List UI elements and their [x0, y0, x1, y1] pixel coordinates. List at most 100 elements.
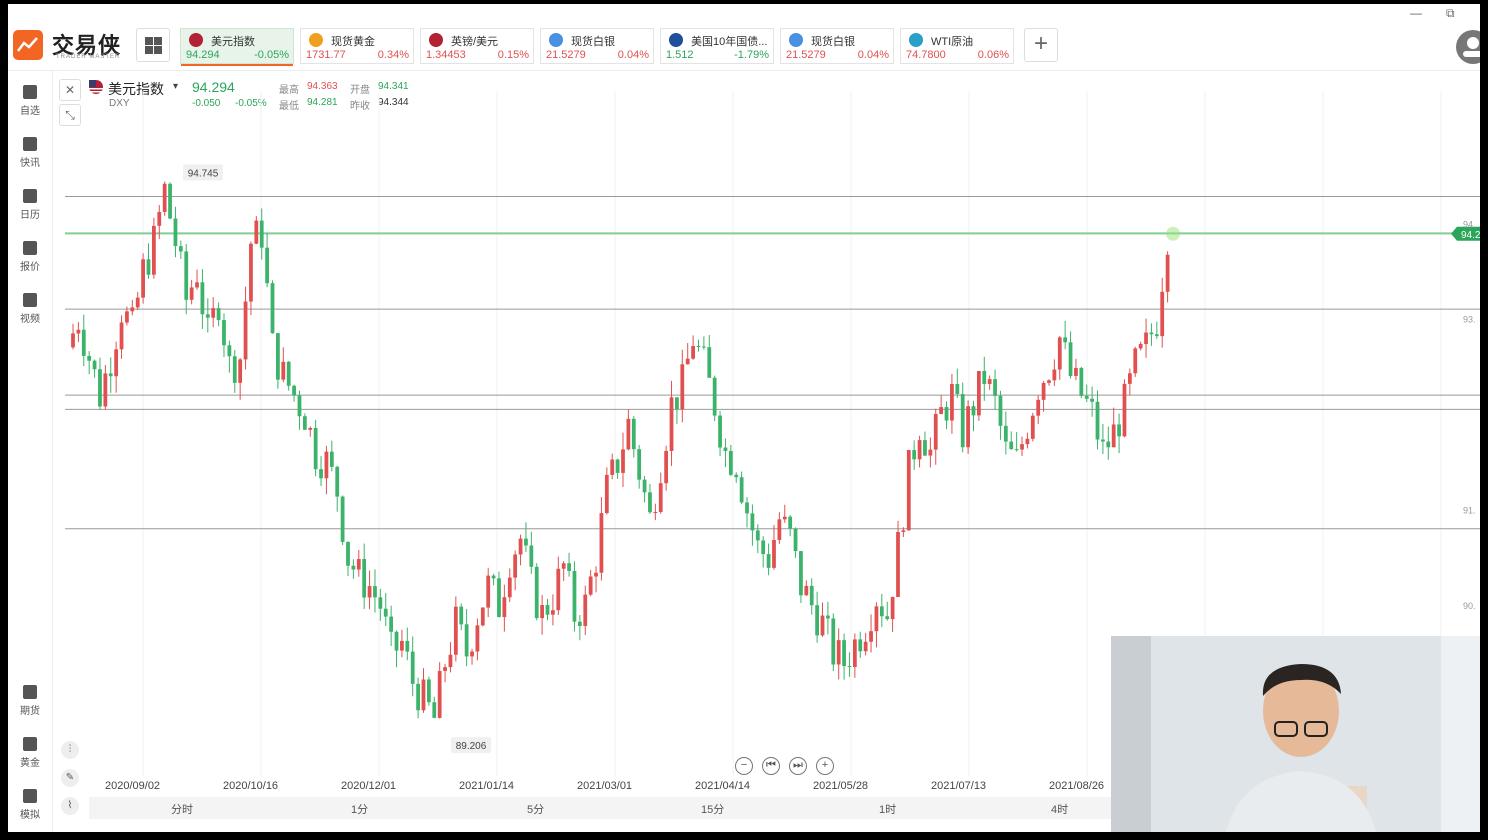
- ticker-3[interactable]: 现货白银 21.5279 0.04%: [540, 28, 654, 64]
- ticker-4[interactable]: 美国10年国债... 1.512 -1.79%: [660, 28, 774, 64]
- grid-menu-button[interactable]: [136, 28, 170, 62]
- sidebar-item-label: 模拟: [20, 810, 40, 821]
- period-tab-4[interactable]: 1时: [879, 801, 896, 817]
- ticker-0[interactable]: 美元指数 94.294 -0.05%: [180, 28, 294, 66]
- x-axis-label: 2021/04/14: [695, 780, 751, 792]
- candle: [1111, 424, 1116, 448]
- minimize-button[interactable]: —: [1410, 6, 1422, 20]
- candle: [410, 651, 415, 684]
- ticker-flag-icon: [909, 33, 923, 47]
- pattern-icon[interactable]: ⌇: [61, 797, 79, 815]
- candle: [561, 563, 566, 569]
- sidebar-item-3[interactable]: 报价: [8, 241, 52, 273]
- candle: [200, 282, 205, 315]
- candle: [286, 361, 291, 386]
- candle: [168, 183, 172, 219]
- ticker-2[interactable]: 英镑/美元 1.34453 0.15%: [420, 28, 534, 64]
- period-tab-5[interactable]: 4时: [1051, 801, 1068, 817]
- candle: [912, 450, 917, 460]
- sidebar-item-0[interactable]: 自选: [8, 85, 52, 117]
- candle: [718, 415, 722, 448]
- candle: [524, 538, 528, 546]
- candle: [1138, 344, 1143, 349]
- y-axis-tick: 94.: [1463, 219, 1476, 229]
- period-bar: 分时 1分 5分 15分 1时 4时: [89, 797, 1129, 819]
- candle: [400, 640, 404, 651]
- period-tab-0[interactable]: 分时: [171, 801, 193, 817]
- candle: [723, 447, 728, 451]
- candle: [81, 329, 86, 356]
- candle: [308, 427, 313, 430]
- candle: [178, 246, 183, 252]
- sidebar: 自选快讯日历报价视频 期货黄金模拟: [8, 71, 53, 832]
- candle: [1133, 348, 1138, 374]
- candle: [1154, 334, 1159, 337]
- ticker-1[interactable]: 现货黄金 1731.77 0.34%: [300, 28, 414, 64]
- sidebar-bottom-item-0[interactable]: 期货: [8, 685, 52, 717]
- candle: [475, 625, 480, 652]
- sidebar-item-label: 期货: [20, 706, 40, 717]
- candle: [1057, 337, 1062, 370]
- ticker-price: 1.34453: [426, 49, 466, 61]
- candle: [173, 218, 178, 247]
- sidebar-item-label: 视频: [20, 314, 40, 325]
- candle: [707, 347, 712, 378]
- period-tab-2[interactable]: 5分: [527, 801, 544, 817]
- skip-forward-button[interactable]: ⏭: [789, 757, 807, 775]
- candle: [491, 575, 496, 579]
- sidebar-bottom-item-2[interactable]: 模拟: [8, 789, 52, 821]
- sidebar-item-2[interactable]: 日历: [8, 189, 52, 221]
- candle: [761, 540, 766, 555]
- candle: [1127, 373, 1132, 384]
- user-avatar[interactable]: [1456, 30, 1480, 64]
- candle: [680, 364, 685, 410]
- period-tab-3[interactable]: 15分: [701, 801, 724, 817]
- zoom-in-button[interactable]: +: [816, 757, 834, 775]
- candle: [577, 621, 582, 627]
- restore-button[interactable]: ⧉: [1446, 6, 1455, 21]
- candle: [1036, 399, 1041, 416]
- candle: [383, 608, 388, 617]
- candle: [480, 607, 485, 626]
- ticker-name: 现货黄金: [331, 36, 375, 48]
- candle: [777, 519, 782, 540]
- app-window: 交易侠 TRADER MASTER 美元指数 94.294 -0.05% 现货黄金 17…: [8, 4, 1480, 832]
- candle: [804, 585, 809, 596]
- sidebar-bottom-item-1[interactable]: 黄金: [8, 737, 52, 769]
- candle: [432, 702, 437, 718]
- candle: [917, 440, 922, 460]
- candle: [108, 373, 113, 377]
- period-tab-1[interactable]: 1分: [351, 801, 368, 817]
- candle: [890, 596, 895, 620]
- candle: [696, 345, 701, 347]
- candle: [195, 282, 199, 288]
- draw-pen-icon[interactable]: ✎: [61, 769, 79, 787]
- sidebar-item-label: 自选: [20, 106, 40, 117]
- ticker-price: 21.5279: [786, 49, 826, 61]
- zoom-out-button[interactable]: −: [735, 757, 753, 775]
- sidebar-item-1[interactable]: 快讯: [8, 137, 52, 169]
- candle: [782, 516, 787, 520]
- candle: [594, 572, 598, 577]
- candle: [1165, 254, 1170, 292]
- sidebar-item-4[interactable]: 视频: [8, 293, 52, 325]
- candle: [119, 322, 124, 350]
- ticker-5[interactable]: 现货白银 21.5279 0.04%: [780, 28, 894, 64]
- candle: [189, 287, 194, 300]
- candle: [615, 459, 620, 473]
- last-price-glow: [1166, 226, 1180, 241]
- add-ticker-button[interactable]: +: [1024, 28, 1058, 62]
- skip-back-button[interactable]: ⏮: [762, 757, 780, 775]
- candle: [836, 640, 841, 665]
- candle: [1052, 369, 1057, 381]
- y-axis-tick: 90.: [1463, 601, 1476, 611]
- candle: [346, 541, 350, 566]
- candle: [92, 360, 97, 370]
- ticker-6[interactable]: WTI原油 74.7800 0.06%: [900, 28, 1014, 64]
- ticker-flag-icon: [429, 33, 443, 47]
- indicator-icon[interactable]: ⫶: [61, 741, 79, 759]
- candle: [437, 670, 442, 718]
- candle: [906, 450, 911, 531]
- candle: [1160, 291, 1165, 337]
- candle: [993, 379, 997, 396]
